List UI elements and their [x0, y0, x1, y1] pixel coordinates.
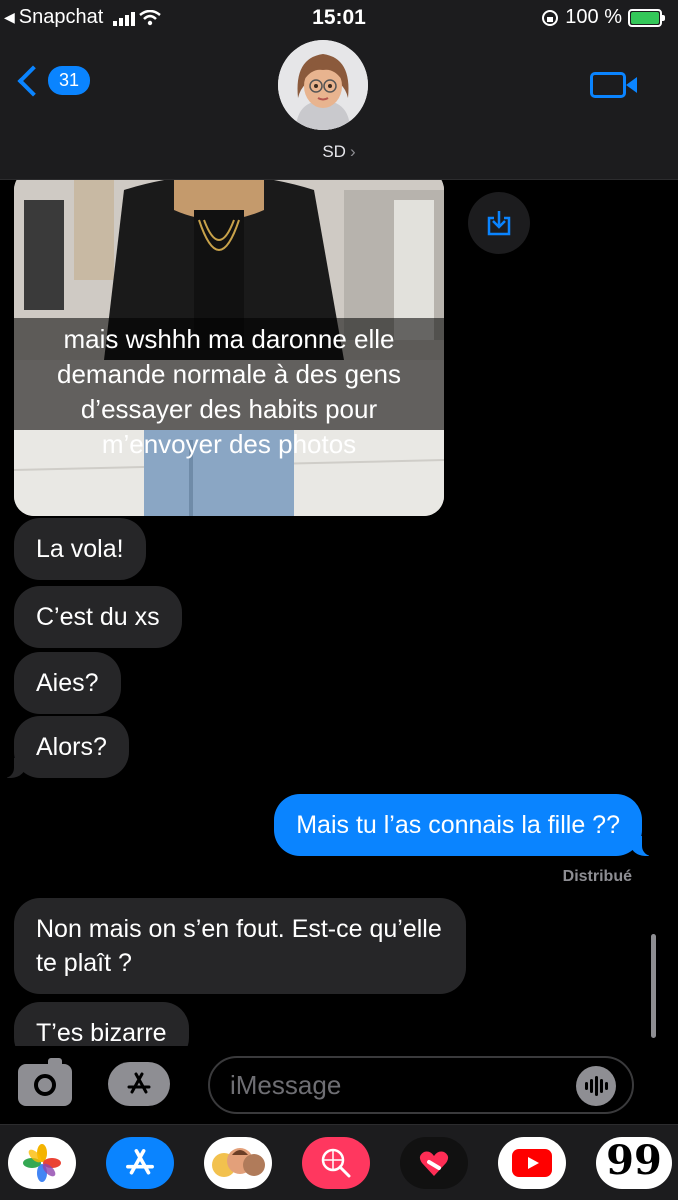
youtube-play-icon	[512, 1149, 552, 1177]
app-drawer: 99	[0, 1124, 678, 1200]
message-bubble-incoming[interactable]: Non mais on s’en fout. Est-ce qu’elle te…	[14, 898, 466, 994]
message-bubble-outgoing[interactable]: Mais tu l’as connais la fille ??	[274, 794, 654, 856]
message-text: Non mais on s’en fout. Est-ce qu’elle te…	[36, 915, 442, 977]
conversation-thread[interactable]: mais wshhh ma daronne elle demande norma…	[0, 180, 678, 1046]
conversation-header: 31 SD ›	[0, 34, 678, 180]
app-store-icon[interactable]	[106, 1137, 174, 1189]
message-bubble-incoming[interactable]: T’es bizarre	[14, 1002, 189, 1046]
chevron-right-icon: ›	[349, 142, 356, 161]
memoji-stickers-icon[interactable]	[204, 1137, 272, 1189]
back-button[interactable]: 31	[14, 64, 91, 97]
status-right: 100 %	[541, 6, 665, 29]
battery-icon	[628, 8, 665, 27]
message-bubble-incoming[interactable]: Alors?	[2, 716, 129, 778]
battery-percent: 100 %	[565, 6, 622, 28]
contact-name[interactable]: SD ›	[0, 142, 678, 162]
message-text: T’es bizarre	[36, 1019, 167, 1046]
save-photo-button[interactable]	[468, 192, 530, 254]
message-input[interactable]	[208, 1056, 634, 1114]
delivery-status: Distribué	[562, 868, 632, 885]
audio-message-icon[interactable]	[576, 1066, 616, 1106]
globe-search-icon	[321, 1148, 351, 1178]
heart-hand-icon	[419, 1151, 449, 1176]
quote-glyph: 99	[606, 1137, 662, 1184]
download-icon	[487, 211, 511, 236]
message-bubble-incoming[interactable]: La vola!	[14, 518, 146, 580]
message-text: Alors?	[36, 733, 107, 761]
memoji-faces-icon	[212, 1148, 265, 1177]
message-composer	[0, 1046, 678, 1124]
camera-icon[interactable]	[18, 1058, 72, 1106]
message-text: C’est du xs	[36, 603, 160, 631]
message-text: Aies?	[36, 669, 99, 697]
video-call-icon[interactable]	[590, 72, 637, 98]
status-bar: ◀ Snapchat 15:01 100 %	[0, 0, 678, 34]
message-bubble-incoming[interactable]: C’est du xs	[14, 586, 182, 648]
youtube-icon[interactable]	[498, 1137, 566, 1189]
photos-flower-icon	[23, 1144, 61, 1182]
app-store-icon[interactable]	[108, 1062, 170, 1106]
message-text: Mais tu l’as connais la fille ??	[296, 811, 620, 839]
photos-icon[interactable]	[8, 1137, 76, 1189]
message-bubble-incoming[interactable]: Aies?	[14, 652, 121, 714]
contact-avatar[interactable]	[278, 40, 368, 130]
scrollbar[interactable]	[651, 934, 656, 1038]
web-search-icon[interactable]	[302, 1137, 370, 1189]
digital-touch-icon[interactable]	[400, 1137, 468, 1189]
photo-caption: mais wshhh ma daronne elle demande norma…	[56, 324, 401, 459]
app-store-glyph-icon	[127, 1072, 151, 1094]
memoji-avatar-icon	[278, 40, 368, 130]
unread-count-badge: 31	[48, 66, 91, 95]
app-store-glyph-icon	[126, 1149, 154, 1175]
contact-name-label: SD	[322, 142, 346, 161]
chevron-left-icon	[17, 64, 49, 97]
message-text: La vola!	[36, 535, 124, 563]
photo-message[interactable]: mais wshhh ma daronne elle demande norma…	[14, 180, 444, 516]
orientation-lock-icon	[542, 9, 559, 26]
quote-icon[interactable]: 99	[596, 1137, 672, 1189]
